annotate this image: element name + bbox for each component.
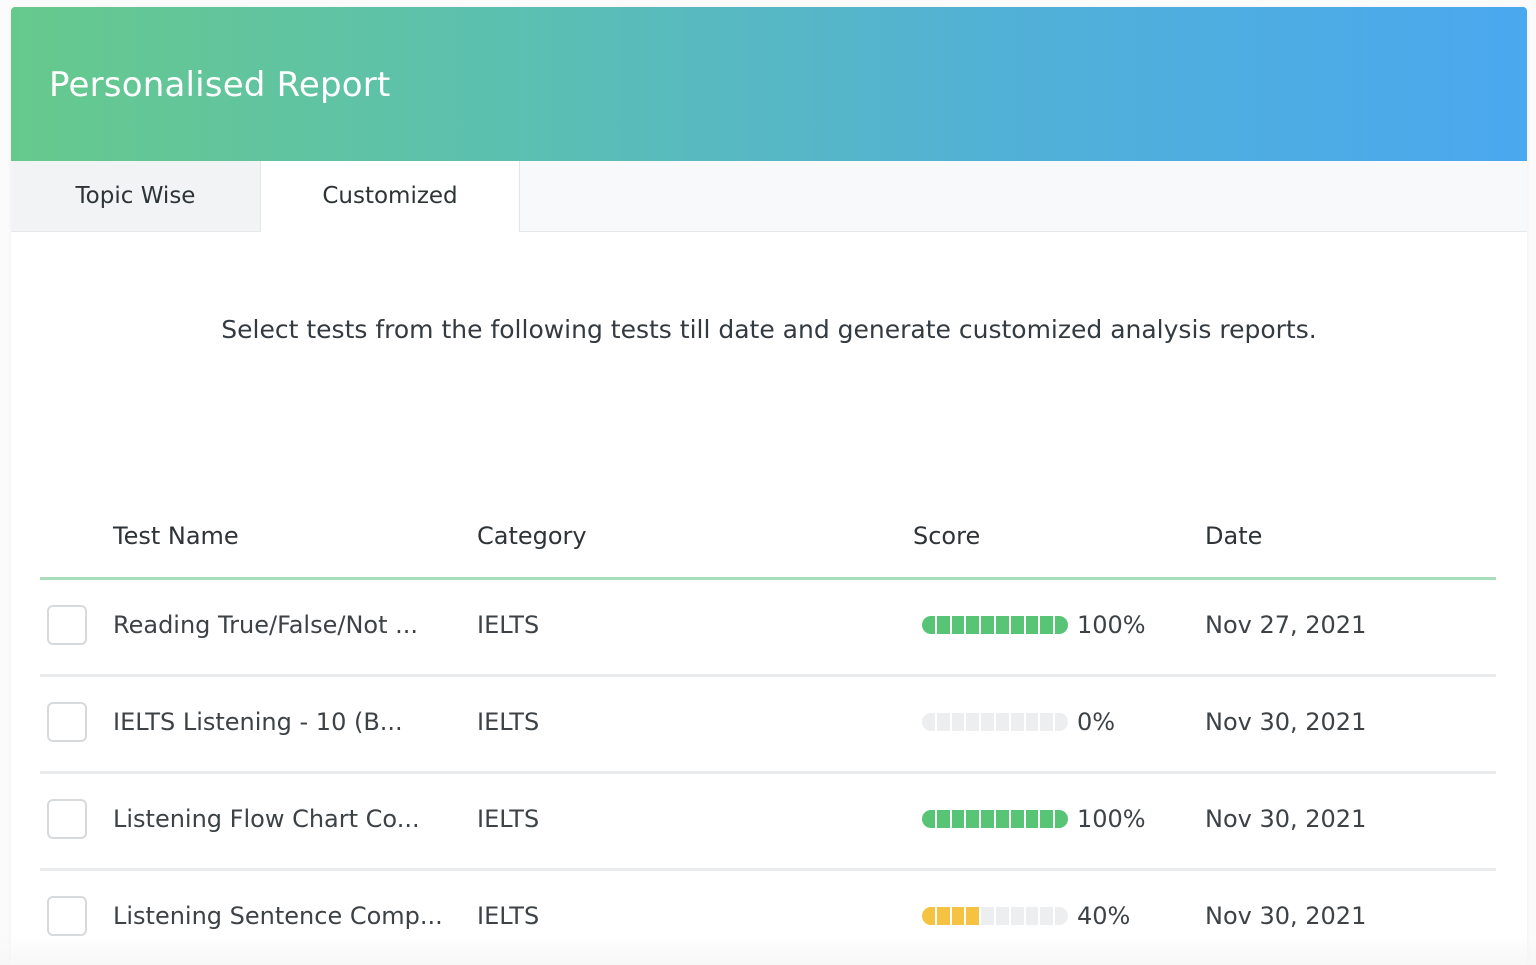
score-bar-segment <box>936 616 950 634</box>
score-percent: 40% <box>1077 902 1131 930</box>
score-bar-segment <box>951 907 965 925</box>
test-category: IELTS <box>477 805 540 833</box>
table-row: Listening Flow Chart Co... IELTS 100% No… <box>40 774 1496 871</box>
column-header-score: Score <box>913 522 981 550</box>
score-progress-bar <box>922 907 1068 925</box>
score-bar-segment <box>966 810 980 828</box>
test-date: Nov 27, 2021 <box>1205 611 1367 639</box>
score-bar-segment <box>966 907 980 925</box>
row-select-checkbox[interactable] <box>47 896 87 936</box>
tests-table: Test Name Category Score Date Reading Tr… <box>40 502 1496 965</box>
score-bar-segment <box>936 713 950 731</box>
score-bar-segment <box>1040 713 1054 731</box>
score-bar-segment <box>1010 713 1024 731</box>
test-date: Nov 30, 2021 <box>1205 902 1367 930</box>
score-bar-segment <box>1025 616 1039 634</box>
score-bar-segment <box>1055 616 1068 634</box>
score-bar-segment <box>995 907 1009 925</box>
score-bar-segment <box>995 810 1009 828</box>
tab-customized[interactable]: Customized <box>261 161 520 232</box>
score-bar-segment <box>966 616 980 634</box>
column-header-date: Date <box>1205 522 1263 550</box>
report-card: Personalised Report Topic Wise Customize… <box>11 7 1527 965</box>
score-cell: 0% <box>922 704 1115 740</box>
score-bar-segment <box>1010 810 1024 828</box>
score-bar-segment <box>936 810 950 828</box>
table-row: Listening Sentence Comp... IELTS 40% Nov… <box>40 871 1496 965</box>
score-bar-segment <box>1040 616 1054 634</box>
column-header-category: Category <box>477 522 587 550</box>
table-header: Test Name Category Score Date <box>40 502 1496 580</box>
test-name: IELTS Listening - 10 (B... <box>113 708 403 736</box>
score-bar-segment <box>995 713 1009 731</box>
score-progress-bar <box>922 616 1068 634</box>
instructions-text: Select tests from the following tests ti… <box>221 315 1317 344</box>
score-progress-bar <box>922 810 1068 828</box>
score-bar-segment <box>981 713 994 731</box>
score-bar-segment <box>981 810 994 828</box>
page-title: Personalised Report <box>49 65 391 105</box>
score-bar-segment <box>951 616 965 634</box>
score-bar-segment <box>922 907 935 925</box>
test-date: Nov 30, 2021 <box>1205 708 1367 736</box>
score-bar-segment <box>981 616 994 634</box>
score-bar-segment <box>1025 810 1039 828</box>
report-header: Personalised Report <box>11 7 1527 161</box>
score-bar-segment <box>922 713 935 731</box>
score-bar-segment <box>966 713 980 731</box>
score-progress-bar <box>922 713 1068 731</box>
test-category: IELTS <box>477 902 540 930</box>
test-category: IELTS <box>477 708 540 736</box>
score-bar-segment <box>951 713 965 731</box>
report-tabs: Topic Wise Customized <box>11 161 1527 232</box>
table-row: IELTS Listening - 10 (B... IELTS 0% Nov … <box>40 677 1496 774</box>
score-bar-segment <box>1010 907 1024 925</box>
score-bar-segment <box>1010 616 1024 634</box>
row-select-checkbox[interactable] <box>47 702 87 742</box>
score-percent: 100% <box>1077 805 1146 833</box>
score-cell: 40% <box>922 898 1130 934</box>
score-bar-segment <box>981 907 994 925</box>
score-bar-segment <box>936 907 950 925</box>
test-category: IELTS <box>477 611 540 639</box>
score-cell: 100% <box>922 801 1146 837</box>
test-date: Nov 30, 2021 <box>1205 805 1367 833</box>
page: Personalised Report Topic Wise Customize… <box>0 0 1536 965</box>
score-bar-segment <box>1040 810 1054 828</box>
table-body: Reading True/False/Not ... IELTS 100% No… <box>40 580 1496 965</box>
score-bar-segment <box>922 616 935 634</box>
row-select-checkbox[interactable] <box>47 605 87 645</box>
row-select-checkbox[interactable] <box>47 799 87 839</box>
tab-topic-wise[interactable]: Topic Wise <box>11 161 261 231</box>
score-bar-segment <box>1025 907 1039 925</box>
column-header-test-name: Test Name <box>113 522 239 550</box>
score-bar-segment <box>951 810 965 828</box>
score-bar-segment <box>922 810 935 828</box>
score-bar-segment <box>1025 713 1039 731</box>
score-bar-segment <box>1055 810 1068 828</box>
score-percent: 100% <box>1077 611 1146 639</box>
table-row: Reading True/False/Not ... IELTS 100% No… <box>40 580 1496 677</box>
test-name: Reading True/False/Not ... <box>113 611 419 639</box>
score-bar-segment <box>1055 907 1068 925</box>
score-cell: 100% <box>922 607 1146 643</box>
score-percent: 0% <box>1077 708 1116 736</box>
score-bar-segment <box>1040 907 1054 925</box>
score-bar-segment <box>995 616 1009 634</box>
test-name: Listening Sentence Comp... <box>113 902 443 930</box>
score-bar-segment <box>1055 713 1068 731</box>
test-name: Listening Flow Chart Co... <box>113 805 420 833</box>
